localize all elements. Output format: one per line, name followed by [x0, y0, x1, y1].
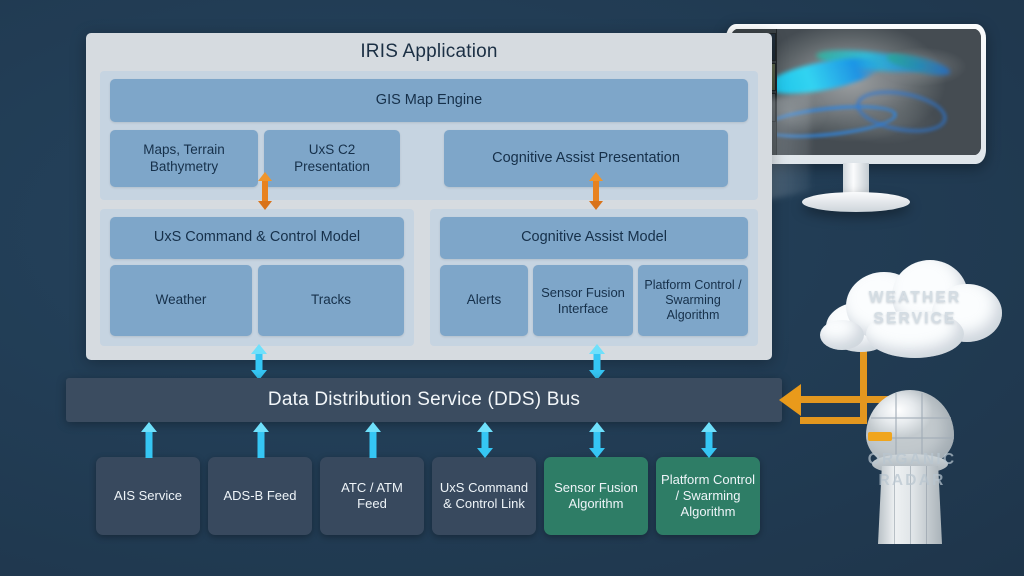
tracks-box[interactable]: Tracks	[258, 265, 404, 336]
orange-double-arrow-icon	[587, 172, 605, 210]
page-title: IRIS Application	[360, 41, 498, 62]
iris-application-panel: IRIS Application GIS Map Engine Maps, Te…	[86, 33, 772, 360]
weather-service-cloud-icon: WEATHER SERVICE	[820, 258, 1010, 366]
cyan-double-arrow-icon	[586, 422, 608, 458]
cognitive-assist-group: Cognitive Assist Model Alerts Sensor Fus…	[430, 209, 758, 346]
alerts-box[interactable]: Alerts	[440, 265, 528, 336]
platform-control-swarming-algorithm-box[interactable]: Platform Control / Swarming Algorithm	[638, 265, 748, 336]
gis-map-engine-box[interactable]: GIS Map Engine	[110, 79, 748, 122]
orange-double-arrow-icon	[256, 172, 274, 210]
service-box-adsb[interactable]: ADS-B Feed	[208, 457, 312, 535]
cognitive-assist-model-box[interactable]: Cognitive Assist Model	[440, 217, 748, 259]
cyan-double-arrow-icon	[586, 344, 608, 380]
uxs-command-control-group: UxS Command & Control Model Weather Trac…	[100, 209, 414, 346]
service-box-uxs-link[interactable]: UxS Command & Control Link	[432, 457, 536, 535]
maps-terrain-bathymetry-box[interactable]: Maps, Terrain Bathymetry	[110, 130, 258, 187]
dome-facet	[871, 416, 951, 419]
uxs-command-control-model-box[interactable]: UxS Command & Control Model	[110, 217, 404, 259]
organic-radar-icon: ORGANIC RADAR	[852, 390, 972, 545]
cyan-up-arrow-icon	[362, 422, 384, 458]
organic-radar-label-line1: ORGANIC	[867, 451, 957, 468]
service-box-sensor-fusion[interactable]: Sensor Fusion Algorithm	[544, 457, 648, 535]
cyan-up-arrow-icon	[138, 422, 160, 458]
diagram-canvas: IRIS Application GIS Map Engine Maps, Te…	[0, 0, 1024, 576]
dds-bus[interactable]: Data Distribution Service (DDS) Bus	[66, 378, 782, 422]
weather-service-label-line2: SERVICE	[873, 309, 957, 327]
service-box-ais[interactable]: AIS Service	[96, 457, 200, 535]
organic-radar-label-line2: RADAR	[878, 471, 946, 489]
radar-dome-notch	[868, 432, 892, 441]
cyan-double-arrow-icon	[474, 422, 496, 458]
cyan-double-arrow-icon	[248, 344, 270, 380]
sensor-fusion-interface-box[interactable]: Sensor Fusion Interface	[533, 265, 633, 336]
uxs-c2-presentation-box[interactable]: UxS C2 Presentation	[264, 130, 400, 187]
service-box-platform-control[interactable]: Platform Control / Swarming Algorithm	[656, 457, 760, 535]
organic-radar-label: ORGANIC RADAR	[824, 450, 1000, 492]
presentation-layer-group: GIS Map Engine Maps, Terrain Bathymetry …	[100, 71, 758, 200]
service-box-atc-atm[interactable]: ATC / ATM Feed	[320, 457, 424, 535]
weather-box[interactable]: Weather	[110, 265, 252, 336]
cyan-double-arrow-icon	[698, 422, 720, 458]
monitor-stand-base	[802, 192, 910, 212]
dds-bus-label: Data Distribution Service (DDS) Bus	[267, 389, 581, 410]
cyan-up-arrow-icon	[250, 422, 272, 458]
cognitive-assist-presentation-box[interactable]: Cognitive Assist Presentation	[444, 130, 728, 187]
weather-service-label: WEATHER SERVICE	[820, 288, 1010, 330]
orange-arrow-icon	[779, 384, 801, 416]
weather-service-label-line1: WEATHER	[868, 289, 962, 306]
